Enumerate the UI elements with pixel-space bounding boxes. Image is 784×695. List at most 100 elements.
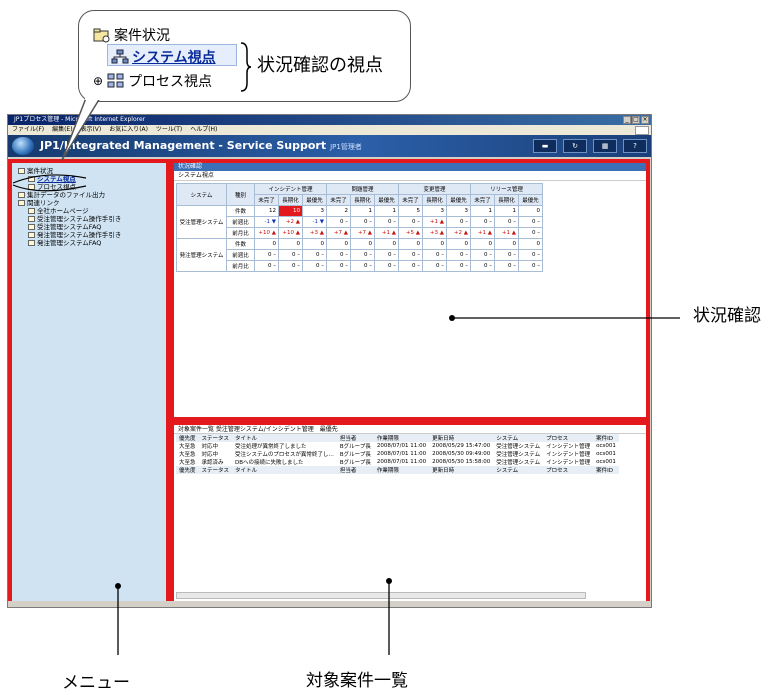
status-value-cell: +2 ▲	[278, 216, 303, 228]
list-column-header[interactable]: 優先度	[176, 466, 199, 474]
status-value-cell[interactable]: 5	[398, 205, 423, 217]
tree-item-link[interactable]: 発注管理システム操作手引き	[18, 231, 121, 239]
status-value-cell[interactable]: 0	[518, 238, 543, 250]
list-column-header[interactable]: システム	[493, 434, 544, 442]
list-pane: 対象案件一覧 受注管理システム/インシデント管理 最優先 優先度 ステータス タイト…	[170, 421, 650, 605]
status-value-cell[interactable]: 2	[326, 205, 351, 217]
status-row: 前月比 0 –0 –0 –0 –0 –0 –0 –0 –0 –0 –0 –0 –	[177, 260, 543, 272]
list-cell: 2008/07/01 11:00	[376, 451, 427, 457]
settings-button[interactable]: ▦	[593, 139, 617, 153]
menu-help[interactable]: ヘルプ(H)	[190, 126, 217, 133]
list-column-header[interactable]: 更新日時	[429, 434, 494, 442]
menu-tools[interactable]: ツール(T)	[156, 126, 182, 133]
tree-item-link[interactable]: 発注管理システムFAQ	[18, 239, 121, 247]
status-value-cell: +7 ▲	[350, 227, 375, 239]
menu-favorites[interactable]: お気に入り(A)	[109, 126, 148, 133]
status-value-cell[interactable]: 0	[494, 238, 519, 250]
window-button[interactable]: ▬	[533, 139, 557, 153]
list-column-header[interactable]: 作業期限	[373, 434, 430, 442]
close-button[interactable]: ×	[641, 116, 649, 124]
tree-item-link[interactable]: 受注管理システムFAQ	[18, 223, 121, 231]
list-column-header[interactable]: 作業期限	[373, 466, 430, 474]
list-cell: 対応中	[201, 444, 219, 450]
subcol-header: 最優先	[446, 194, 471, 206]
table-row[interactable]: 大至急 対応中 受注処理が異常終了しました Bグループ長 2008/07/01 11:0…	[176, 442, 619, 450]
callout-system-view: システム視点	[111, 47, 216, 67]
status-value-cell[interactable]: 0	[518, 205, 543, 217]
list-cell[interactable]: 受注システムのプロセスが異常終了し…	[232, 450, 337, 458]
help-button[interactable]: ?	[623, 139, 647, 153]
list-column-header[interactable]: タイトル	[232, 466, 337, 474]
list-cell: インシデント管理	[546, 444, 591, 450]
maximize-button[interactable]: □	[632, 116, 640, 124]
list-column-header[interactable]: 担当者	[336, 434, 374, 442]
status-value-cell[interactable]: 0	[350, 238, 375, 250]
list-column-header[interactable]: 担当者	[336, 466, 374, 474]
minimize-button[interactable]: _	[623, 116, 631, 124]
status-value-cell[interactable]: 12	[254, 205, 279, 217]
header-buttons: ▬ ↻ ▦ ?	[533, 139, 647, 153]
status-value-cell[interactable]: 0	[374, 238, 399, 250]
tree-item-process-view[interactable]: プロセス視点	[18, 183, 121, 191]
browser-window: JP1プロセス管理 - Microsoft Internet Explorer …	[7, 114, 652, 608]
list-cell[interactable]: DBへの接続に失敗しました	[232, 458, 337, 466]
list-column-header[interactable]: ステータス	[198, 434, 233, 442]
list-column-header[interactable]: プロセス	[543, 434, 594, 442]
table-row[interactable]: 大至急 承認済み DBへの接続に失敗しました Bグループ長 2008/07/01 11:…	[176, 458, 619, 466]
status-value-cell[interactable]: 0	[422, 238, 447, 250]
status-value-cell[interactable]: 3	[302, 205, 327, 217]
status-value-cell: +1 ▲	[470, 227, 495, 239]
status-value-cell: 0 –	[470, 249, 495, 261]
list-column-header[interactable]: 案件ID	[593, 466, 619, 474]
tree-item-export[interactable]: 集計データのファイル出力	[18, 191, 121, 199]
status-pane: 状況確認 システム視点 システム 種別 インシデント管理 問題管理 変更管理 リ…	[170, 159, 650, 421]
status-value-cell[interactable]: 0	[254, 238, 279, 250]
case-list-table: 優先度 ステータス タイトル 担当者 作業期限 更新日時 システム プロセス 案件ID 大至急対…	[176, 434, 619, 474]
list-column-header[interactable]: ステータス	[198, 466, 233, 474]
subcol-header: 未完了	[470, 194, 495, 206]
list-cell: 2008/07/01 11:00	[376, 443, 427, 449]
status-value-cell: 0 –	[398, 260, 423, 272]
status-value-cell[interactable]: 0	[326, 238, 351, 250]
status-value-cell[interactable]: 0	[278, 238, 303, 250]
status-value-cell[interactable]: 10	[278, 205, 303, 217]
group-release: リリース管理	[470, 183, 543, 195]
tree-item-links[interactable]: 関連リンク	[18, 199, 121, 207]
list-column-header[interactable]: 案件ID	[593, 434, 619, 442]
status-value-cell[interactable]: 1	[494, 205, 519, 217]
status-value-cell: +3 ▲	[302, 227, 327, 239]
status-value-cell[interactable]: 0	[302, 238, 327, 250]
list-column-header[interactable]: システム	[493, 466, 544, 474]
status-value-cell[interactable]: 3	[446, 205, 471, 217]
tree-item-link[interactable]: 受注管理システム操作手引き	[18, 215, 121, 223]
status-value-cell: +5 ▲	[398, 227, 423, 239]
tree-item-system-view[interactable]: システム視点	[18, 175, 121, 183]
tree-item-link[interactable]: 全社ホームページ	[18, 207, 121, 215]
status-value-cell[interactable]: 3	[422, 205, 447, 217]
list-column-header[interactable]: タイトル	[232, 434, 337, 442]
horizontal-scrollbar[interactable]	[176, 592, 586, 599]
list-cell: 承認済み	[201, 460, 224, 466]
list-cell[interactable]: 受注処理が異常終了しました	[232, 442, 337, 450]
status-value-cell[interactable]: 1	[374, 205, 399, 217]
list-cell: 大至急	[179, 460, 196, 466]
list-column-header[interactable]: プロセス	[543, 466, 594, 474]
status-value-cell: 0 –	[518, 249, 543, 261]
status-value-cell: 0 –	[278, 249, 303, 261]
list-cell: Bグループ長	[339, 444, 371, 450]
list-column-header[interactable]: 優先度	[176, 434, 199, 442]
file-icon	[18, 192, 25, 198]
subcol-header: 長期化	[278, 194, 303, 206]
status-value-cell[interactable]: 0	[398, 238, 423, 250]
status-value-cell[interactable]: 1	[350, 205, 375, 217]
table-row[interactable]: 大至急 対応中 受注システムのプロセスが異常終了し… Bグループ長 2008/07/01…	[176, 450, 619, 458]
status-value-cell[interactable]: 0	[470, 238, 495, 250]
system-icon	[28, 176, 35, 182]
kind-cell: 前月比	[226, 227, 255, 239]
list-column-header[interactable]: 更新日時	[429, 466, 494, 474]
status-value-cell[interactable]: 1	[470, 205, 495, 217]
tree-item-case-status[interactable]: 案件状況	[18, 167, 121, 175]
refresh-button[interactable]: ↻	[563, 139, 587, 153]
status-value-cell[interactable]: 0	[446, 238, 471, 250]
menu-file[interactable]: ファイル(F)	[12, 126, 44, 133]
